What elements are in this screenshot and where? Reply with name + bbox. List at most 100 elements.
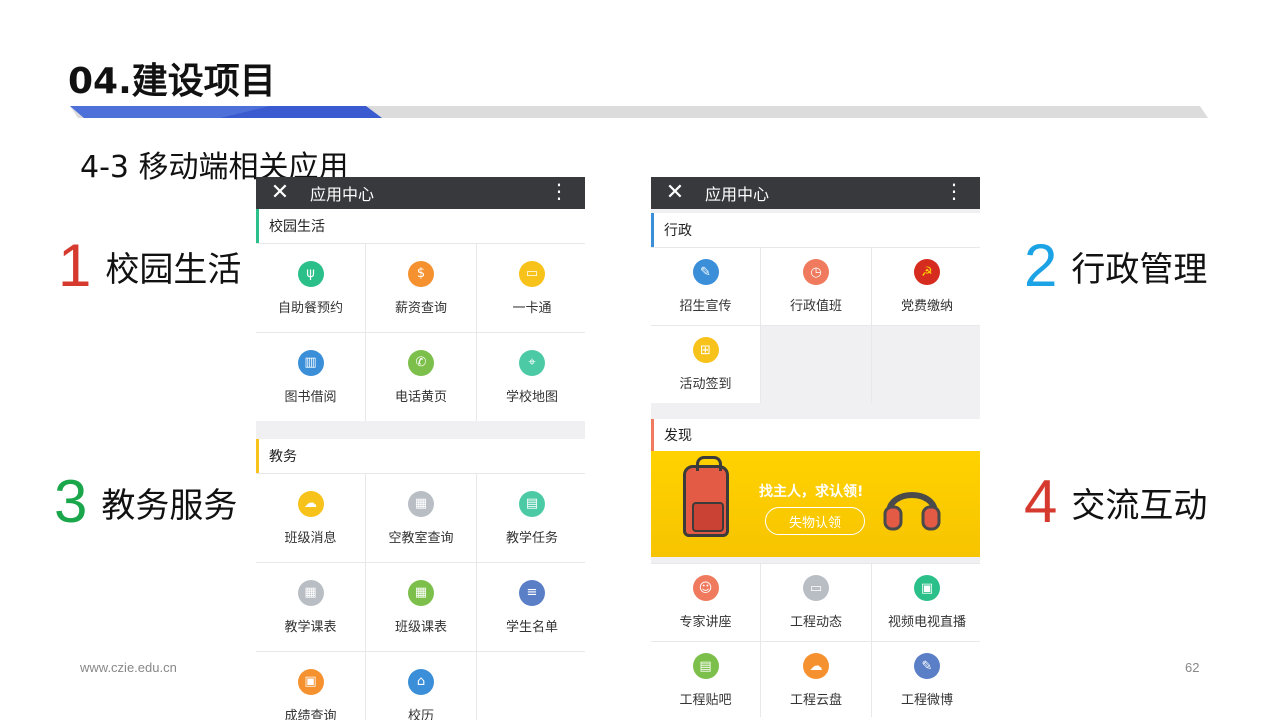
tv-icon: ▣ (914, 575, 940, 601)
app-tile-empty-classroom[interactable]: ▦ 空教室查询 (366, 474, 476, 562)
app-tile-expert-lectures[interactable]: ☺ 专家讲座 (651, 564, 760, 641)
app-tile-label: 一卡通 (512, 300, 552, 316)
app-tile-label: 电话黄页 (394, 389, 447, 405)
close-icon[interactable]: ✕ (663, 182, 687, 204)
app-tile-label: 学校地图 (505, 389, 558, 405)
app-tile-cloud-drive[interactable]: ☁ 工程云盘 (761, 642, 871, 717)
app-tile-forum[interactable]: ▤ 工程贴吧 (651, 642, 760, 717)
lost-and-found-banner[interactable]: 找主人，求认领! 失物认领 (651, 451, 980, 557)
more-menu-icon[interactable]: ⋮ (549, 181, 569, 201)
category-4: 4 交流互动 (1024, 472, 1207, 532)
app-tile-party-dues[interactable]: ☭ 党费缴纳 (872, 248, 980, 325)
app-tile-student-list[interactable]: ≡ 学生名单 (477, 563, 585, 651)
app-tile-school-calendar[interactable]: ⌂ 校历 (366, 652, 476, 720)
app-tile-class-messages[interactable]: ☁ 班级消息 (256, 474, 365, 562)
app-tile-grade-query[interactable]: ▣ 成绩查询 (256, 652, 365, 720)
category-3-label: 教务服务 (101, 485, 238, 526)
close-icon[interactable]: ✕ (268, 182, 292, 204)
app-tile-event-checkin[interactable]: ⊞ 活动签到 (651, 326, 760, 403)
app-tile-label: 专家讲座 (679, 615, 732, 630)
app-tile-campus-card[interactable]: ▭ 一卡通 (477, 244, 585, 332)
school-icon: ⌂ (408, 668, 434, 695)
admin-grid: ✎ 招生宣传 ◷ 行政值班 ☭ 党费缴纳 ⊞ 活动签到 (651, 247, 980, 403)
phone-icon: ✆ (408, 349, 434, 376)
right-header-title: 应用中心 (705, 185, 770, 204)
calendar-icon: ▦ (408, 579, 434, 606)
grade-icon: ▣ (297, 668, 324, 695)
app-tile-admissions[interactable]: ✎ 招生宣传 (651, 248, 760, 325)
app-tile-teaching-schedule[interactable]: ▦ 教学课表 (256, 563, 365, 651)
section-academic-header: 教务 (256, 439, 585, 473)
book-icon: ▥ (297, 349, 324, 376)
footer-url: www.czie.edu.cn (80, 660, 177, 675)
list-icon: ≡ (519, 579, 545, 606)
app-tile-salary-query[interactable]: $ 薪资查询 (366, 244, 476, 332)
app-tile-label: 校历 (407, 708, 434, 720)
lost-and-found-button[interactable]: 失物认领 (765, 507, 865, 535)
category-4-number: 4 (1024, 468, 1058, 535)
category-1-label: 校园生活 (105, 249, 242, 290)
empty-tile (761, 326, 871, 403)
category-3-number: 3 (54, 468, 88, 535)
right-phone-screen: ✕ 应用中心 ⋮ 行政 ✎ 招生宣传 ◷ 行政值班 ☭ 党费缴纳 ⊞ 活动签到 … (651, 177, 980, 717)
app-tile-weibo[interactable]: ✎ 工程微博 (872, 642, 980, 717)
app-tile-label: 工程云盘 (789, 693, 842, 708)
app-tile-label: 招生宣传 (679, 299, 732, 314)
card-icon: ▭ (519, 260, 545, 287)
title-divider-bar (70, 106, 1208, 118)
left-phone-screen: ✕ 应用中心 ⋮ 校园生活 ψ 自助餐预约 $ 薪资查询 ▭ 一卡通 ▥ 图书借… (256, 177, 585, 720)
app-tile-label: 党费缴纳 (900, 299, 953, 314)
banner-text: 找主人，求认领! (759, 484, 864, 500)
app-tile-meal-booking[interactable]: ψ 自助餐预约 (256, 244, 365, 332)
coin-icon: $ (408, 260, 434, 287)
app-tile-phonebook[interactable]: ✆ 电话黄页 (366, 333, 476, 421)
fork-icon: ψ (297, 260, 324, 287)
app-tile-label: 自助餐预约 (277, 300, 343, 316)
category-2-label: 行政管理 (1071, 249, 1208, 290)
person-icon: ☺ (692, 575, 719, 601)
left-header-title: 应用中心 (310, 185, 375, 204)
app-tile-teaching-tasks[interactable]: ▤ 教学任务 (477, 474, 585, 562)
pen-icon: ✎ (914, 653, 940, 679)
app-tile-label: 工程微博 (900, 693, 953, 708)
section-discover-header: 发现 (651, 419, 980, 451)
party-emblem-icon: ☭ (914, 259, 940, 285)
app-tile-label: 活动签到 (679, 377, 732, 392)
left-app-center-header: ✕ 应用中心 ⋮ (256, 177, 585, 209)
app-tile-label: 空教室查询 (388, 530, 454, 546)
app-tile-label: 薪资查询 (394, 300, 447, 316)
map-pin-icon: ⌖ (519, 349, 545, 376)
academic-grid: ☁ 班级消息 ▦ 空教室查询 ▤ 教学任务 ▦ 教学课表 ▦ 班级课表 ≡ 学生… (256, 473, 585, 720)
app-tile-label: 教学任务 (505, 530, 558, 546)
cloud-icon: ☁ (803, 653, 829, 679)
clipboard-icon: ▤ (519, 490, 545, 517)
section-admin-header: 行政 (651, 213, 980, 247)
app-tile-class-schedule[interactable]: ▦ 班级课表 (366, 563, 476, 651)
app-tile-label: 视频电视直播 (887, 615, 966, 630)
category-2: 2 行政管理 (1024, 236, 1207, 296)
app-tile-label: 班级消息 (284, 530, 337, 546)
right-app-center-header: ✕ 应用中心 ⋮ (651, 177, 980, 209)
category-4-label: 交流互动 (1071, 485, 1208, 526)
category-1: 1 校园生活 (58, 236, 241, 296)
headphones-icon (883, 492, 941, 531)
pencil-icon: ✎ (692, 259, 719, 285)
app-tile-admin-duty[interactable]: ◷ 行政值班 (761, 248, 871, 325)
app-tile-campus-map[interactable]: ⌖ 学校地图 (477, 333, 585, 421)
app-tile-library[interactable]: ▥ 图书借阅 (256, 333, 365, 421)
app-tile-label: 教学课表 (284, 619, 337, 635)
app-tile-engineering-news[interactable]: ▭ 工程动态 (761, 564, 871, 641)
more-menu-icon[interactable]: ⋮ (944, 181, 964, 201)
app-tile-live-tv[interactable]: ▣ 视频电视直播 (872, 564, 980, 641)
app-tile-label: 行政值班 (789, 299, 842, 314)
backpack-icon (683, 456, 729, 537)
building-icon: ▦ (408, 490, 434, 517)
app-tile-label: 班级课表 (394, 619, 447, 635)
app-tile-label: 图书借阅 (284, 389, 337, 405)
table-icon: ▦ (297, 579, 324, 606)
post-icon: ▤ (692, 653, 719, 679)
section-campus-life-header: 校园生活 (256, 209, 585, 243)
app-tile-label: 学生名单 (505, 619, 558, 635)
empty-tile (872, 326, 980, 403)
category-3: 3 教务服务 (54, 472, 237, 532)
